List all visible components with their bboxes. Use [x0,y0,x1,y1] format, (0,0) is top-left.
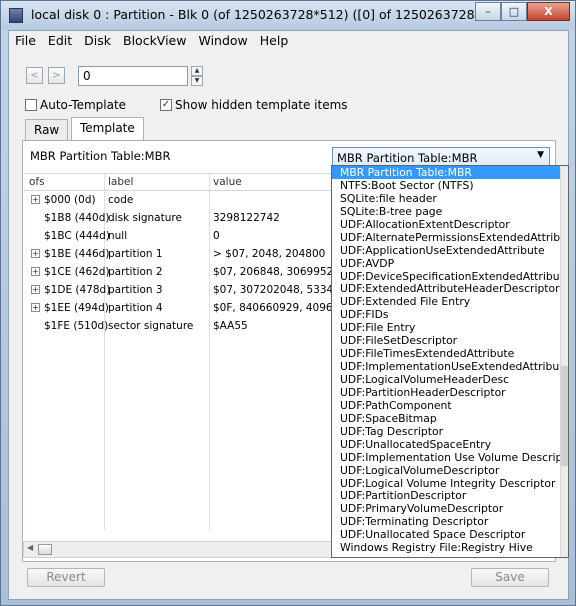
block-number-input[interactable]: 0 [78,66,188,86]
row-label: sector signature [108,320,194,332]
auto-template-checkbox[interactable] [25,99,37,111]
scroll-thumb[interactable] [38,544,52,555]
title-bar[interactable]: local disk 0 : Partition - Blk 0 (of 125… [1,1,575,30]
tab-template[interactable]: Template [71,117,144,141]
row-label: null [108,230,128,242]
menu-window[interactable]: Window [192,31,253,51]
dropdown-option[interactable]: MBR Partition Table:MBR [332,166,568,179]
dropdown-option[interactable]: NTFS:Boot Sector (NTFS) [332,179,568,192]
app-window: local disk 0 : Partition - Blk 0 (of 125… [0,0,576,606]
window-title: local disk 0 : Partition - Blk 0 (of 125… [31,7,542,22]
menu-file[interactable]: File [9,31,42,51]
dropdown-scrollbar[interactable] [560,166,568,557]
dropdown-option[interactable]: UDF:ImplementationUseExtendedAttribute [332,360,568,373]
auto-template-option[interactable]: Auto-Template [25,98,126,112]
row-offset: $1FE (510d) [44,320,109,332]
dropdown-option[interactable]: UDF:SpaceBitmap [332,412,568,425]
row-offset: $1B8 (440d) [44,212,110,224]
dropdown-option[interactable]: UDF:FIDs [332,308,568,321]
dropdown-option[interactable]: UDF:FileTimesExtendedAttribute [332,347,568,360]
minimize-button[interactable]: – [475,2,501,21]
dropdown-option[interactable]: UDF:Terminating Descriptor [332,515,568,528]
structure-dropdown-list[interactable]: MBR Partition Table:MBR NTFS:Boot Sector… [331,165,569,558]
dropdown-option[interactable]: SQLite:file header [332,192,568,205]
tab-raw[interactable]: Raw [25,119,69,141]
row-offset: $1EE (494d) [44,302,109,314]
dropdown-option[interactable]: UDF:PrimaryVolumeDescriptor [332,502,568,515]
dropdown-option[interactable]: UDF:DeviceSpecificationExtendedAttribute [332,270,568,283]
dropdown-option[interactable]: Windows Registry File:Registry Hive [332,541,568,554]
row-value[interactable]: $07, 206848, 306995200 [213,266,333,278]
dropdown-option[interactable]: UDF:Tag Descriptor [332,425,568,438]
row-label: disk signature [108,212,182,224]
expand-icon[interactable]: + [31,285,40,294]
expand-icon[interactable]: + [31,303,40,312]
dropdown-option[interactable]: UDF:Unallocated Space Descriptor [332,528,568,541]
column-label-header[interactable]: label [108,176,133,188]
dropdown-option[interactable]: UDF:AllocationExtentDescriptor [332,218,568,231]
row-label: code [108,194,134,206]
dropdown-option[interactable]: UDF:UnallocatedSpaceEntry [332,438,568,451]
row-offset: $000 (0d) [44,194,96,206]
row-value[interactable]: > $07, 2048, 204800 [213,248,333,260]
structure-label: MBR Partition Table:MBR [30,149,171,163]
spin-up-button[interactable]: ▲ [191,66,203,76]
back-button[interactable]: < [26,67,43,84]
dropdown-option[interactable]: UDF:Extended File Entry [332,295,568,308]
dropdown-option[interactable]: UDF:LogicalVolumeHeaderDesc [332,373,568,386]
spin-down-button[interactable]: ▼ [191,76,203,86]
expand-icon[interactable]: + [31,249,40,258]
dropdown-option[interactable]: UDF:PartitionHeaderDescriptor [332,386,568,399]
menu-help[interactable]: Help [254,31,295,51]
dropdown-option[interactable]: UDF:PartitionDescriptor [332,489,568,502]
row-value[interactable]: $07, 307202048, 533456896 [213,284,333,296]
row-label: partition 3 [108,284,163,296]
dropdown-option[interactable]: UDF:FileSetDescriptor [332,334,568,347]
show-hidden-label: Show hidden template items [175,98,348,112]
row-value[interactable]: $0F, 840660929, 409600063 [213,302,333,314]
scroll-left-icon[interactable]: ◀ [27,543,33,552]
chevron-down-icon: ▼ [537,150,544,160]
maximize-button[interactable]: □ [501,2,527,21]
show-hidden-checkbox[interactable]: ✓ [160,99,172,111]
dropdown-option[interactable]: UDF:ExtendedAttributeHeaderDescriptor [332,282,568,295]
expand-icon[interactable]: + [31,267,40,276]
row-label: partition 4 [108,302,163,314]
row-value[interactable]: $AA55 [213,320,333,332]
row-label: partition 1 [108,248,163,260]
dropdown-option[interactable]: UDF:LogicalVolumeDescriptor [332,464,568,477]
close-button[interactable]: X [527,2,570,21]
dropdown-option[interactable]: UDF:AlternatePermissionsExtendedAttribut… [332,231,568,244]
row-offset: $1CE (462d) [44,266,110,278]
revert-button[interactable]: Revert [27,568,105,587]
menu-disk[interactable]: Disk [78,31,117,51]
menu-edit[interactable]: Edit [42,31,78,51]
menu-bar: File Edit Disk BlockView Window Help [9,31,568,51]
expand-icon[interactable]: + [31,195,40,204]
column-value-header[interactable]: value [213,176,242,188]
row-offset: $1BC (444d) [44,230,110,242]
row-offset: $1DE (478d) [44,284,111,296]
menu-blockview[interactable]: BlockView [117,31,192,51]
dropdown-option[interactable]: UDF:AVDP [332,257,568,270]
horizontal-scrollbar[interactable]: ◀ [23,541,343,558]
dropdown-scroll-thumb[interactable] [561,366,568,466]
show-hidden-option[interactable]: ✓ Show hidden template items [160,98,348,112]
row-value[interactable]: 0 [213,230,333,242]
save-button[interactable]: Save [471,568,549,587]
dropdown-option[interactable]: UDF:Logical Volume Integrity Descriptor [332,477,568,490]
dropdown-option[interactable]: UDF:ApplicationUseExtendedAttribute [332,244,568,257]
dropdown-option[interactable]: UDF:File Entry [332,321,568,334]
app-icon [9,8,23,23]
forward-button[interactable]: > [48,67,65,84]
dropdown-option[interactable]: UDF:PathComponent [332,399,568,412]
dropdown-option[interactable]: SQLite:B-tree page [332,205,568,218]
row-label: partition 2 [108,266,163,278]
auto-template-label: Auto-Template [40,98,127,112]
structure-select-value: MBR Partition Table:MBR [337,151,478,165]
row-value[interactable]: 3298122742 [213,212,333,224]
dropdown-option[interactable]: UDF:Implementation Use Volume Descriptor [332,451,568,464]
row-offset: $1BE (446d) [44,248,110,260]
column-ofs-header[interactable]: ofs [29,176,45,188]
